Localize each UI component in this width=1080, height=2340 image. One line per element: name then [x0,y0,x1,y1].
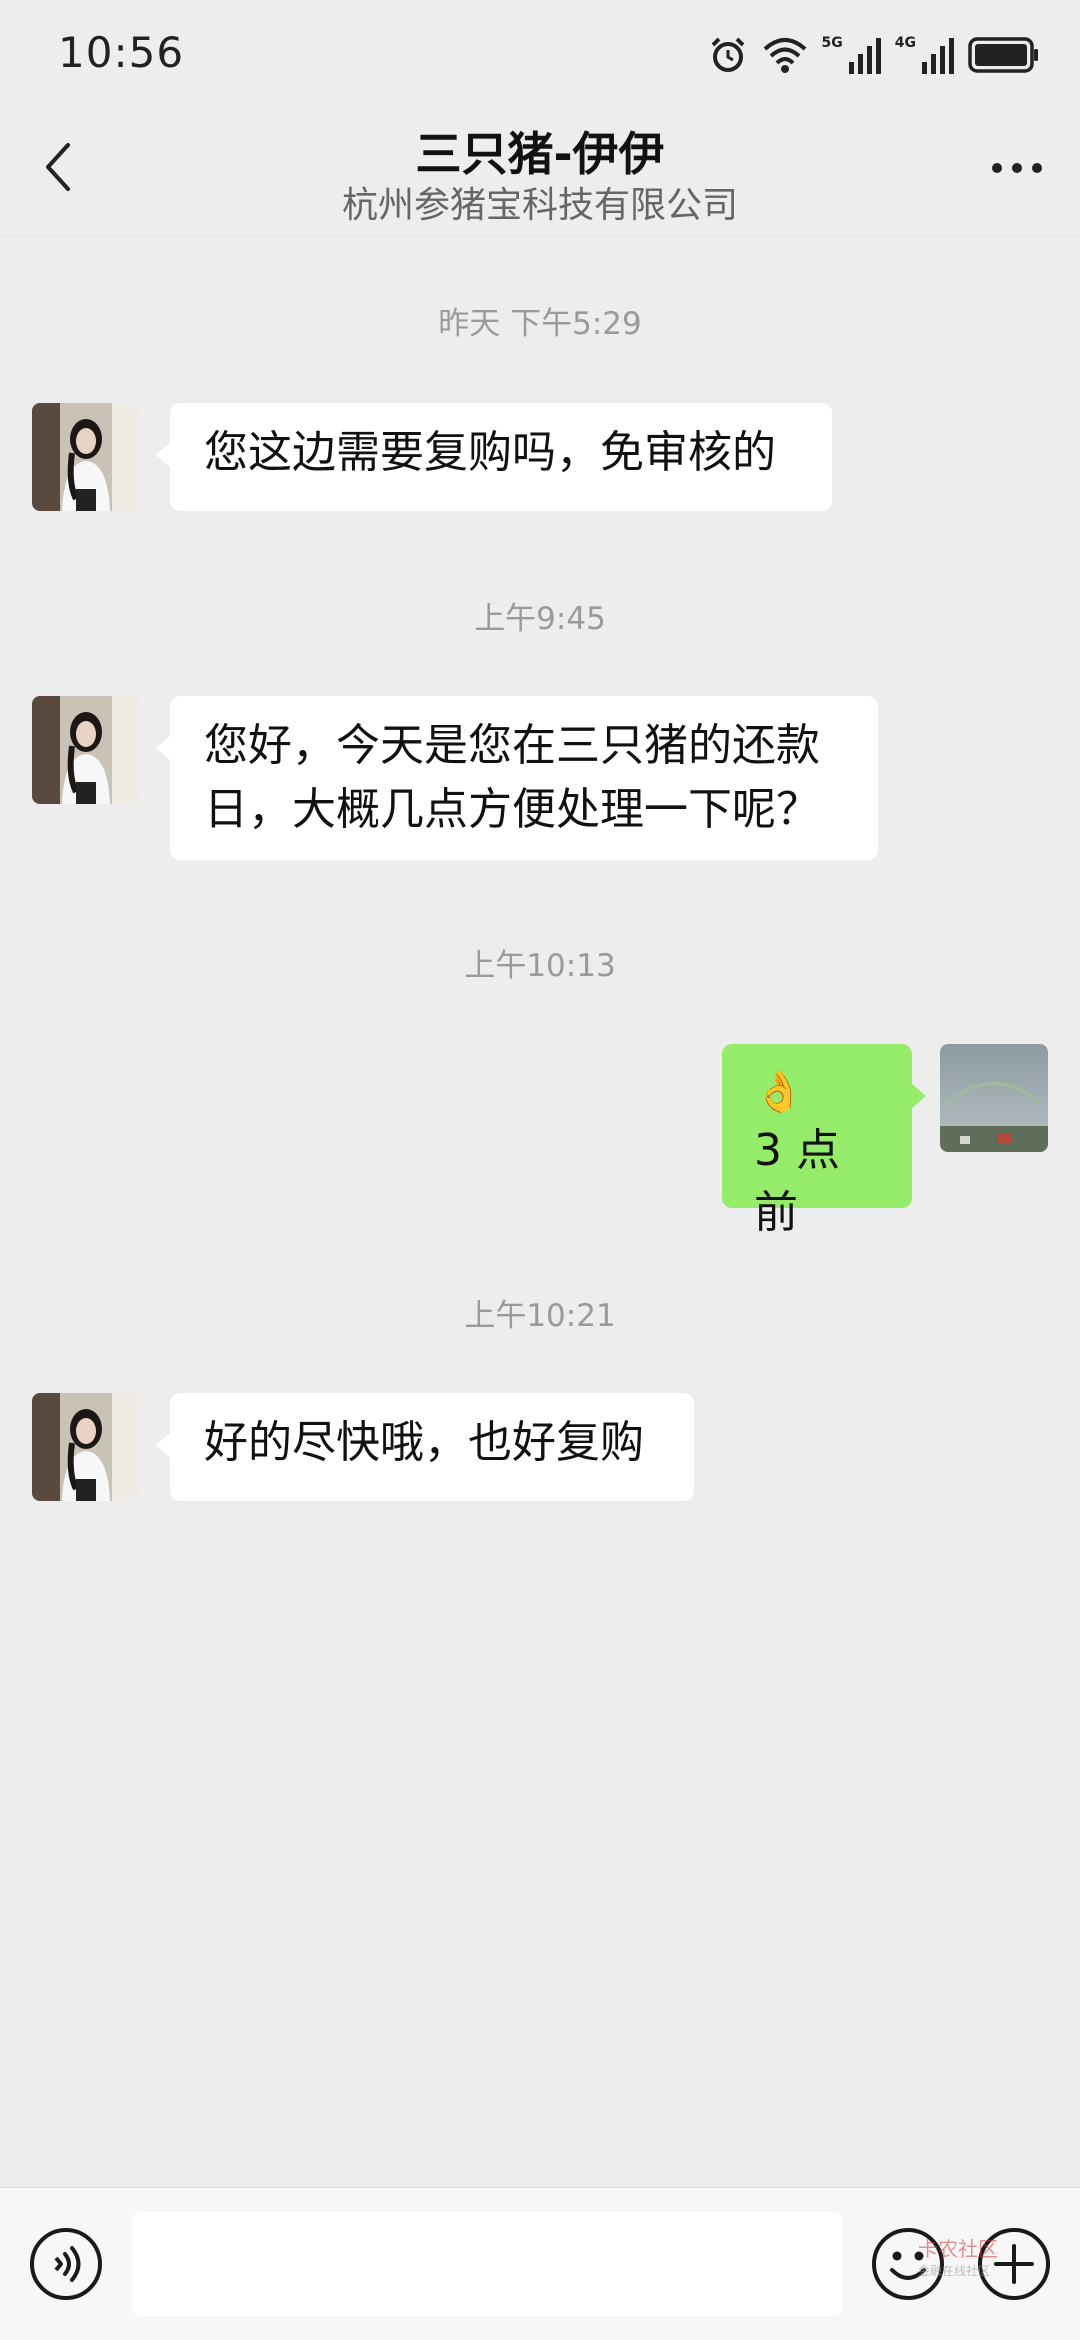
alarm-icon [708,35,748,75]
plus-button[interactable] [976,2226,1052,2306]
network-4g-label: 4G [894,35,916,51]
emoji-button[interactable] [870,2226,946,2306]
incoming-message-bubble[interactable]: 您好，今天是您在三只猪的还款 日，大概几点方便处理一下呢？ [156,696,878,860]
contact-avatar[interactable] [32,696,140,804]
message-text-line-1: 您好，今天是您在三只猪的还款 [204,720,820,771]
message-input[interactable] [132,2212,842,2316]
contact-avatar[interactable] [32,403,140,511]
timestamp: 上午10:21 [464,1298,616,1334]
message-text: 好的尽快哦，也好复购 [204,1417,644,1468]
chat-subtitle: 杭州参猪宝科技有限公司 [341,185,738,226]
input-bar: 卡农社区 金融在线社区 [0,2187,1080,2340]
voice-icon [28,2228,104,2306]
more-dots-icon [991,159,1043,178]
message-text: 您这边需要复购吗，免审核的 [204,427,776,478]
voice-button[interactable] [28,2226,104,2306]
more-button[interactable] [982,138,1052,198]
plus-icon [976,2228,1052,2306]
message-text: 3 点前 [754,1125,840,1238]
timestamp: 上午10:13 [464,948,616,984]
chat-title: 三只猪-伊伊 [415,127,665,181]
chat-header: 三只猪-伊伊 杭州参猪宝科技有限公司 [0,110,1080,236]
incoming-message-bubble[interactable]: 好的尽快哦，也好复购 [156,1393,694,1501]
incoming-message-bubble[interactable]: 您这边需要复购吗，免审核的 [156,403,832,511]
status-bar: 10:56 5G 4G [0,0,1080,110]
my-avatar[interactable] [940,1044,1048,1152]
signal-4g-icon [922,36,954,74]
outgoing-message-bubble[interactable]: 👌 3 点前 [722,1044,926,1238]
battery-icon [968,36,1040,74]
contact-avatar[interactable] [32,1393,140,1501]
timestamp: 昨天 下午5:29 [438,306,642,342]
wifi-icon [762,35,808,75]
status-time: 10:56 [58,28,185,77]
emoji-icon [870,2228,946,2306]
status-icons: 5G 4G [708,30,1040,80]
ok-hand-emoji: 👌 [754,1069,804,1115]
signal-5g-icon [848,36,881,74]
network-5g-label: 5G [821,35,843,51]
message-text-line-2: 日，大概几点方便处理一下呢？ [204,784,820,835]
timestamp: 上午9:45 [474,601,606,637]
